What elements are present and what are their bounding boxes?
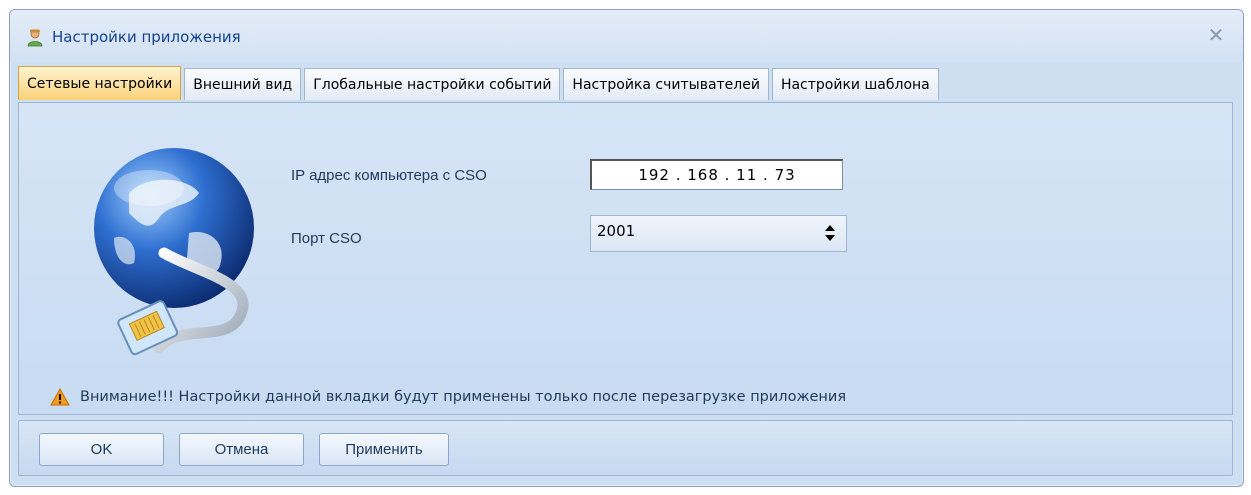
tab-network-settings[interactable]: Сетевые настройки: [18, 66, 182, 100]
port-value: 2001: [597, 222, 636, 240]
ip-address-input[interactable]: 192 . 168 . 11 . 73: [590, 159, 843, 190]
tab-strip: Сетевые настройки Внешний вид Глобальные…: [18, 66, 939, 102]
apply-button[interactable]: Применить: [319, 433, 449, 466]
network-settings-panel: IP адрес компьютера с CSO 192 . 168 . 11…: [18, 102, 1233, 415]
tab-global-event-settings[interactable]: Глобальные настройки событий: [304, 68, 561, 100]
tab-appearance[interactable]: Внешний вид: [184, 68, 302, 100]
ip-address-label: IP адрес компьютера с CSO: [291, 167, 487, 184]
user-icon: [27, 29, 43, 47]
close-button[interactable]: ✕: [1203, 23, 1229, 47]
settings-dialog: Настройки приложения ✕ Сетевые настройки…: [9, 9, 1244, 487]
title-bar: Настройки приложения ✕: [10, 10, 1243, 62]
cancel-button[interactable]: Отмена: [179, 433, 304, 466]
warning-text: Внимание!!! Настройки данной вкладки буд…: [80, 389, 847, 405]
button-bar: OK Отмена Применить: [18, 420, 1233, 476]
port-spinner-input[interactable]: 2001: [590, 215, 847, 252]
window-title: Настройки приложения: [52, 28, 241, 46]
close-icon: ✕: [1207, 23, 1225, 47]
tab-template-settings[interactable]: Настройки шаблона: [771, 68, 939, 100]
globe-network-cable-icon: [94, 148, 254, 356]
tab-reader-settings[interactable]: Настройка считывателей: [563, 68, 769, 100]
warning-triangle-icon: [50, 388, 70, 406]
port-label: Порт CSO: [291, 230, 362, 247]
ok-button[interactable]: OK: [39, 433, 164, 466]
restart-warning: Внимание!!! Настройки данной вкладки буд…: [50, 388, 846, 406]
up-down-arrows-icon[interactable]: [824, 223, 836, 243]
